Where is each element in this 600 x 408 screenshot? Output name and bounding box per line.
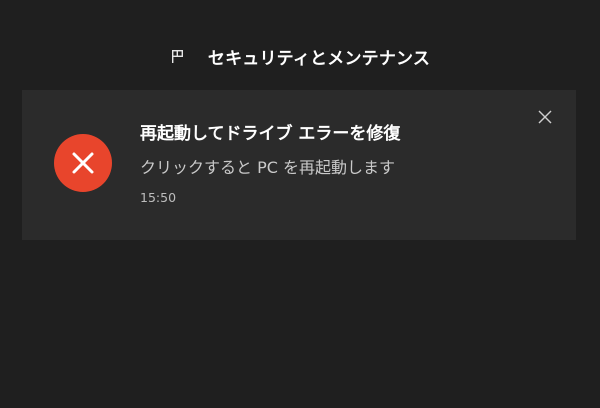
- close-icon: [538, 109, 552, 128]
- close-button[interactable]: [534, 107, 556, 129]
- action-center-group-header: セキュリティとメンテナンス: [0, 40, 600, 72]
- notification-time: 15:50: [140, 190, 177, 205]
- notification-title: 再起動してドライブ エラーを修復: [140, 124, 401, 144]
- error-x-icon: [54, 134, 112, 192]
- group-title: セキュリティとメンテナンス: [207, 48, 431, 69]
- security-maintenance-flag-icon: [170, 48, 186, 64]
- notification-body: クリックすると PC を再起動します: [140, 158, 395, 177]
- notification-toast[interactable]: 再起動してドライブ エラーを修復 クリックすると PC を再起動します 15:5…: [22, 90, 576, 240]
